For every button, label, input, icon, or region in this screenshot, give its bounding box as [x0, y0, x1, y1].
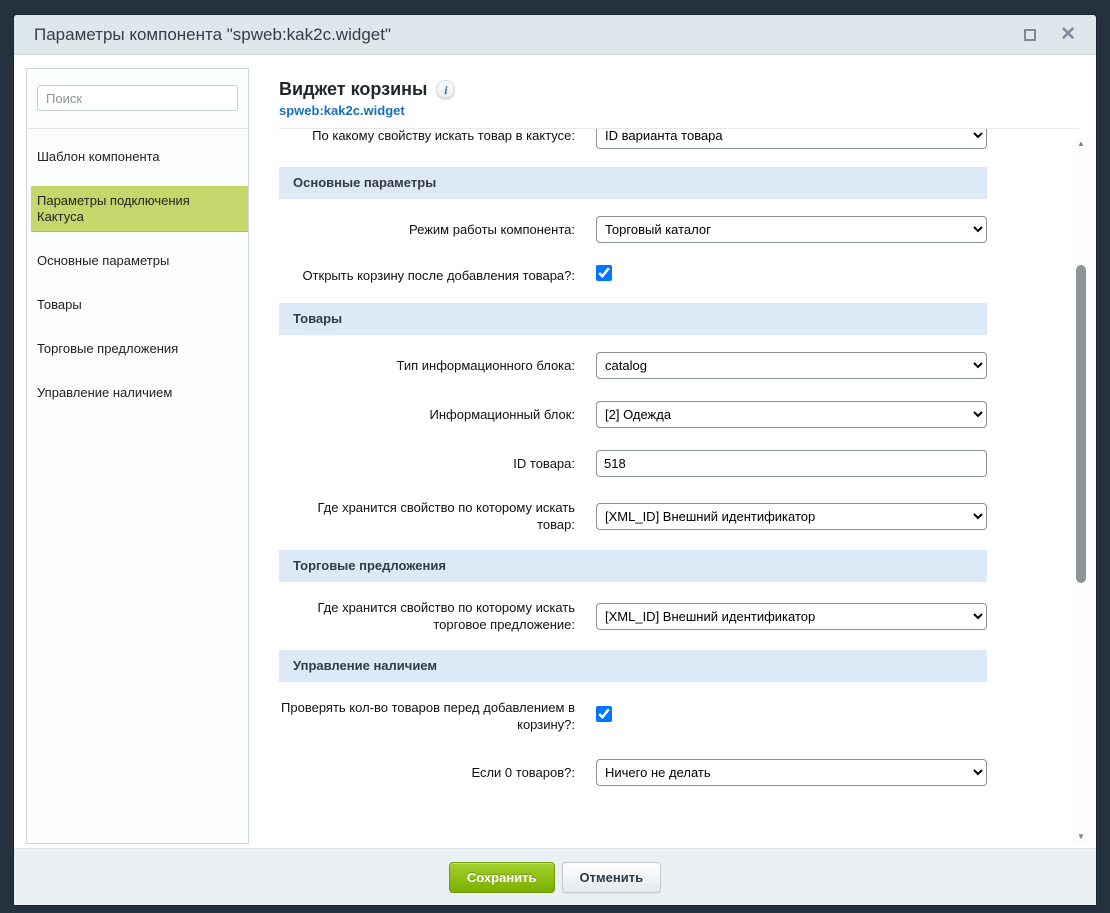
main-panel: Виджет корзины i spweb:kak2c.widget По к…: [249, 55, 1096, 848]
product-id-input[interactable]: [596, 450, 987, 477]
dialog-footer: Сохранить Отменить: [14, 848, 1096, 905]
field-label: Где хранится свойство по которому искать…: [279, 499, 575, 533]
scroll-up-icon[interactable]: ▲: [1073, 137, 1089, 151]
scrollbar-thumb[interactable]: [1076, 265, 1086, 583]
form-row-iblock: Информационный блок: [2] Одежда: [279, 401, 987, 428]
offer-search-property-select[interactable]: [XML_ID] Внешний идентификатор: [596, 603, 987, 630]
field-label: Режим работы компонента:: [279, 221, 575, 238]
form-row-component-mode: Режим работы компонента: Торговый катало…: [279, 216, 987, 243]
field-label: ID товара:: [279, 455, 575, 472]
close-icon[interactable]: ✕: [1060, 29, 1076, 41]
info-icon[interactable]: i: [436, 80, 455, 99]
sidebar-search: [27, 85, 248, 111]
field-label: Если 0 товаров?:: [279, 764, 575, 781]
form-row-check-quantity: Проверять кол-во товаров перед добавлени…: [279, 699, 987, 733]
page-title: Виджет корзины: [279, 79, 427, 100]
vertical-scrollbar[interactable]: ▲ ▼: [1073, 137, 1089, 844]
save-button[interactable]: Сохранить: [449, 862, 555, 893]
iblock-select[interactable]: [2] Одежда: [596, 401, 987, 428]
sidebar-divider: [27, 128, 248, 129]
form-scroll-area: По какому свойству искать товар в кактус…: [279, 129, 1089, 848]
sidebar-item-component-template[interactable]: Шаблон компонента: [31, 142, 248, 172]
sidebar: Шаблон компонента Параметры подключения …: [26, 68, 249, 844]
section-main-parameters: Основные параметры: [279, 167, 987, 199]
field-label: По какому свойству искать товар в кактус…: [279, 129, 575, 144]
product-search-property-select[interactable]: [XML_ID] Внешний идентификатор: [596, 503, 987, 530]
sidebar-item-cactus-connection[interactable]: Параметры подключения Кактуса: [31, 186, 248, 232]
component-mode-select[interactable]: Торговый каталог: [596, 216, 987, 243]
section-products: Товары: [279, 303, 987, 335]
form-row-iblock-type: Тип информационного блока: catalog: [279, 352, 987, 379]
field-label: Тип информационного блока:: [279, 357, 575, 374]
cancel-button[interactable]: Отменить: [562, 862, 662, 893]
open-cart-checkbox[interactable]: [596, 265, 612, 281]
form-row-zero-products: Если 0 товаров?: Ничего не делать: [279, 759, 987, 786]
search-input[interactable]: [37, 85, 238, 111]
sidebar-item-stock-management[interactable]: Управление наличием: [31, 378, 248, 408]
form-row-product-search-property: Где хранится свойство по которому искать…: [279, 499, 987, 533]
window-controls: ✕: [1024, 29, 1076, 41]
sidebar-item-products[interactable]: Товары: [31, 290, 248, 320]
component-name-link[interactable]: spweb:kak2c.widget: [279, 103, 1079, 118]
section-trade-offers: Торговые предложения: [279, 550, 987, 582]
maximize-icon[interactable]: [1024, 29, 1036, 41]
form-row-offer-search-property: Где хранится свойство по которому искать…: [279, 599, 987, 633]
field-label: Где хранится свойство по которому искать…: [279, 599, 575, 633]
dialog-title: Параметры компонента "spweb:kak2c.widget…: [34, 25, 1024, 45]
component-parameters-dialog: Параметры компонента "spweb:kak2c.widget…: [14, 15, 1096, 905]
field-label: Проверять кол-во товаров перед добавлени…: [279, 699, 575, 733]
sidebar-item-main-parameters[interactable]: Основные параметры: [31, 246, 248, 276]
scroll-down-icon[interactable]: ▼: [1073, 830, 1089, 844]
field-label: Информационный блок:: [279, 406, 575, 423]
cactus-property-select[interactable]: ID варианта товара: [596, 129, 987, 149]
sidebar-item-trade-offers[interactable]: Торговые предложения: [31, 334, 248, 364]
iblock-type-select[interactable]: catalog: [596, 352, 987, 379]
field-label: Открыть корзину после добавления товара?…: [279, 267, 575, 284]
form-row-open-cart: Открыть корзину после добавления товара?…: [279, 265, 987, 286]
dialog-titlebar: Параметры компонента "spweb:kak2c.widget…: [14, 15, 1096, 55]
main-header: Виджет корзины i spweb:kak2c.widget: [279, 79, 1089, 129]
dialog-content: Шаблон компонента Параметры подключения …: [14, 55, 1096, 848]
form-row-product-id: ID товара:: [279, 450, 987, 477]
form: По какому свойству искать товар в кактус…: [279, 129, 1067, 848]
zero-products-select[interactable]: Ничего не делать: [596, 759, 987, 786]
check-quantity-checkbox[interactable]: [596, 706, 612, 722]
section-stock-management: Управление наличием: [279, 650, 987, 682]
form-row-cactus-property: По какому свойству искать товар в кактус…: [279, 129, 987, 149]
